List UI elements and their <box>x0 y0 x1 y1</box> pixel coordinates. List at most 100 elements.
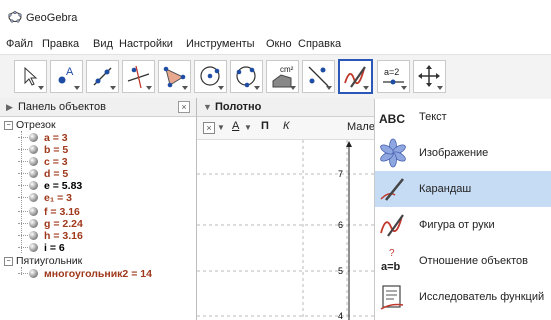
italic-button[interactable]: К <box>283 120 289 132</box>
visibility-toggle-icon[interactable] <box>29 145 38 154</box>
visibility-toggle-icon[interactable] <box>29 169 38 178</box>
algebra-view-header: ▶ Панель объектов × <box>0 98 196 117</box>
menu-item-freehand-shape[interactable]: Фигура от руки <box>375 207 551 243</box>
graphics-view[interactable]: ▼ Полотно × ▼ A ▼ П К Мале 7 6 5 4 <box>197 98 377 320</box>
menu-item-text[interactable]: ABC Текст <box>375 99 551 135</box>
object-value: e₁ = 3 <box>44 192 72 204</box>
object-value: d = 5 <box>44 168 69 180</box>
visibility-toggle-icon[interactable] <box>29 231 38 240</box>
panel-collapse-icon[interactable]: ▼ <box>203 102 212 112</box>
text-size-select[interactable]: Мале <box>347 121 375 133</box>
polygon-tool-button[interactable] <box>158 60 191 93</box>
visibility-toggle-icon[interactable] <box>29 269 38 278</box>
object-value: a = 3 <box>44 132 68 144</box>
tool-dropdown-arrow-icon <box>290 86 296 90</box>
reflect-tool-button[interactable] <box>302 60 335 93</box>
bold-button[interactable]: П <box>261 120 269 132</box>
menu-item-label: Текст <box>419 111 447 123</box>
point-tool-button[interactable]: A <box>50 60 83 93</box>
visibility-toggle-icon[interactable] <box>29 133 38 142</box>
image-icon <box>380 138 406 168</box>
slider-tool-button[interactable]: a=2 <box>377 60 410 93</box>
circle-tool-button[interactable] <box>194 60 227 93</box>
collapse-icon[interactable]: − <box>4 257 13 266</box>
menu-item-label: Карандаш <box>419 183 472 195</box>
object-value: h = 3.16 <box>44 230 83 242</box>
tree-group-segment[interactable]: − Отрезок <box>4 119 56 131</box>
function-inspector-icon <box>380 285 404 310</box>
menu-help[interactable]: Справка <box>298 38 341 50</box>
tool-dropdown-arrow-icon <box>110 86 116 90</box>
algebra-view-title: Панель объектов <box>18 101 106 113</box>
tool-dropdown-arrow-icon <box>146 86 152 90</box>
visibility-toggle-icon[interactable] <box>29 243 38 252</box>
toolbar: A cm² a=2 <box>0 54 551 100</box>
tool-dropdown-menu: ABC Текст Изображение Карандаш Фигура от… <box>374 99 551 320</box>
line-tool-button[interactable] <box>86 60 119 93</box>
tool-dropdown-arrow-icon <box>182 86 188 90</box>
tree-group-pentagon[interactable]: − Пятиугольник <box>4 255 82 267</box>
object-value: c = 3 <box>44 156 68 168</box>
menu-view[interactable]: Вид <box>93 38 113 50</box>
group-label: Отрезок <box>16 119 56 131</box>
relation-icon-q: ? <box>389 248 395 259</box>
window-title: GeoGebra <box>26 12 78 24</box>
menu-file[interactable]: Файл <box>6 38 33 50</box>
menu-bar: Файл Правка Вид Настройки Инструменты Ок… <box>0 34 551 54</box>
graphics-view-header: ▼ Полотно <box>197 98 377 117</box>
menu-item-label: Изображение <box>419 147 489 159</box>
pen-icon <box>380 178 404 201</box>
text-icon: ABC <box>379 112 405 126</box>
menu-item-function-inspector[interactable]: Исследователь функций <box>375 279 551 315</box>
object-value: i = 6 <box>44 242 65 254</box>
menu-item-label: Исследователь функций <box>419 291 545 303</box>
collapse-icon[interactable]: − <box>4 121 13 130</box>
style-bar: × ▼ A ▼ П К Мале <box>197 117 377 140</box>
relation-icon-label: a=b <box>381 261 401 273</box>
title-bar: GeoGebra <box>0 0 551 34</box>
menu-item-image[interactable]: Изображение <box>375 135 551 171</box>
conic-tool-button[interactable] <box>230 60 263 93</box>
perpendicular-tool-button[interactable] <box>122 60 155 93</box>
algebra-view: ▶ Панель объектов × − Отрезок a = 3 b = 5… <box>0 98 197 320</box>
tool-dropdown-arrow-icon <box>74 86 80 90</box>
tool-dropdown-arrow-icon <box>218 86 224 90</box>
tick-label: 5 <box>338 266 343 276</box>
menu-window[interactable]: Окно <box>266 38 292 50</box>
group-label: Пятиугольник <box>16 255 83 267</box>
slider-icon-label: a=2 <box>384 67 399 77</box>
coordinate-grid: 7 6 5 4 <box>197 140 377 320</box>
tick-label: 4 <box>338 311 343 320</box>
menu-edit[interactable]: Правка <box>42 38 79 50</box>
dropdown-arrow-icon[interactable]: ▼ <box>217 123 225 132</box>
object-value: b = 5 <box>44 144 69 156</box>
close-icon[interactable]: × <box>178 101 190 113</box>
freehand-shape-icon <box>380 214 404 237</box>
tool-dropdown-arrow-icon <box>401 86 407 90</box>
dropdown-arrow-icon[interactable]: ▼ <box>244 123 252 132</box>
visibility-toggle-icon[interactable] <box>29 219 38 228</box>
tool-dropdown-arrow-icon <box>437 86 443 90</box>
text-color-icon[interactable]: A <box>232 120 239 132</box>
move-tool-button[interactable] <box>14 60 47 93</box>
move-graphics-view-tool-button[interactable] <box>413 60 446 93</box>
tick-label: 6 <box>338 220 343 230</box>
freehand-tool-button[interactable] <box>338 59 373 94</box>
tool-dropdown-arrow-icon <box>326 86 332 90</box>
object-value: f = 3.16 <box>44 206 80 218</box>
panel-expand-icon[interactable]: ▶ <box>6 102 13 113</box>
menu-tools[interactable]: Инструменты <box>186 38 255 50</box>
tool-dropdown-arrow-icon <box>38 86 44 90</box>
text-icon-label: ABC <box>379 112 405 126</box>
menu-settings[interactable]: Настройки <box>119 38 173 50</box>
relation-icon: ? a=b <box>381 248 401 273</box>
menu-item-label: Отношение объектов <box>419 255 528 267</box>
measurement-tool-button[interactable]: cm² <box>266 60 299 93</box>
visibility-toggle-icon[interactable] <box>29 193 38 202</box>
visibility-toggle-icon[interactable] <box>29 181 38 190</box>
show-axes-icon[interactable]: × <box>203 122 215 134</box>
menu-item-relation[interactable]: ? a=b Отношение объектов <box>375 243 551 279</box>
menu-item-pen[interactable]: Карандаш <box>375 171 551 207</box>
visibility-toggle-icon[interactable] <box>29 157 38 166</box>
visibility-toggle-icon[interactable] <box>29 207 38 216</box>
